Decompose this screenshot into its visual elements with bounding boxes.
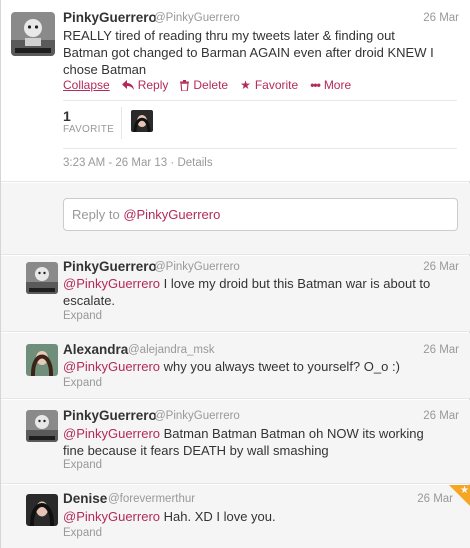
author-handle[interactable]: @PinkyGuerrero bbox=[154, 12, 240, 24]
author-name[interactable]: PinkyGuerrero bbox=[63, 408, 157, 423]
more-label: More bbox=[323, 78, 352, 92]
tweet-text-line: Batman got changed to Barman AGAIN even … bbox=[63, 45, 434, 60]
reply-tweet[interactable]: Alexandra @alejandra_msk 26 Mar @PinkyGu… bbox=[1, 333, 470, 399]
reply-action[interactable]: Reply bbox=[121, 77, 169, 93]
tweet-date[interactable]: 26 Mar bbox=[423, 344, 459, 356]
tweet-text-line: chose Batman bbox=[63, 62, 147, 77]
tweet-date[interactable]: 26 Mar bbox=[423, 410, 459, 422]
author-handle[interactable]: @PinkyGuerrero bbox=[154, 410, 240, 422]
favorite-action[interactable]: ★ Favorite bbox=[240, 77, 298, 93]
collapse-link[interactable]: Collapse bbox=[63, 77, 110, 93]
more-action[interactable]: ••• More bbox=[310, 77, 351, 93]
tweet-text: @PinkyGuerrero Batman Batman Batman oh N… bbox=[63, 425, 463, 459]
author-name[interactable]: Denise bbox=[63, 491, 107, 506]
tweet-text-body: fine because it fears DEATH by wall smas… bbox=[63, 443, 329, 458]
tweet-date[interactable]: 26 Mar bbox=[423, 12, 459, 24]
delete-label: Delete bbox=[193, 78, 229, 92]
favorite-label: Favorite bbox=[254, 78, 299, 92]
delete-action[interactable]: Delete bbox=[180, 77, 228, 93]
author-handle[interactable]: @PinkyGuerrero bbox=[154, 261, 240, 273]
tweet-text-body: why you always tweet to yourself? O_o :) bbox=[160, 359, 400, 374]
tweet-text-body: I love my droid but this Batman war is a… bbox=[160, 276, 431, 291]
star-icon: ★ bbox=[460, 485, 469, 496]
expand-link[interactable]: Expand bbox=[63, 310, 102, 322]
divider bbox=[63, 148, 457, 149]
reply-placeholder: Reply to bbox=[72, 207, 124, 222]
expand-link[interactable]: Expand bbox=[63, 377, 102, 389]
tweet-text-body: Batman Batman Batman oh NOW its working bbox=[160, 426, 424, 441]
avatar[interactable] bbox=[26, 344, 58, 376]
author-name[interactable]: PinkyGuerrero bbox=[63, 259, 157, 274]
reply-tweet[interactable]: PinkyGuerrero @PinkyGuerrero 26 Mar @Pin… bbox=[1, 256, 470, 332]
details-link[interactable]: Details bbox=[177, 157, 212, 169]
tweet-text-line: REALLY tired of reading thru my tweets l… bbox=[63, 28, 395, 43]
tweet-date[interactable]: 26 Mar bbox=[417, 493, 453, 505]
reply-input[interactable]: Reply to @PinkyGuerrero bbox=[63, 198, 458, 231]
author-name[interactable]: Alexandra bbox=[63, 342, 128, 357]
tweet-text: REALLY tired of reading thru my tweets l… bbox=[63, 27, 463, 78]
tweet-conversation: PinkyGuerrero @PinkyGuerrero 26 Mar REAL… bbox=[0, 0, 470, 548]
star-icon: ★ bbox=[240, 78, 251, 92]
mention-link[interactable]: @PinkyGuerrero bbox=[63, 276, 160, 291]
tweet-date[interactable]: 26 Mar bbox=[423, 261, 459, 273]
expand-link[interactable]: Expand bbox=[63, 527, 102, 539]
favoriter-avatar[interactable] bbox=[131, 110, 153, 132]
expanded-tweet[interactable]: PinkyGuerrero @PinkyGuerrero 26 Mar REAL… bbox=[1, 0, 470, 182]
timestamp-text[interactable]: 3:23 AM - 26 Mar 13 bbox=[63, 157, 167, 169]
trash-icon bbox=[180, 79, 190, 91]
tweet-text: @PinkyGuerrero why you always tweet to y… bbox=[63, 358, 463, 375]
mention-link[interactable]: @PinkyGuerrero bbox=[63, 509, 160, 524]
author-handle[interactable]: @alejandra_msk bbox=[128, 344, 214, 356]
tweet-timestamp: 3:23 AM - 26 Mar 13 · Details bbox=[63, 157, 213, 169]
divider bbox=[63, 100, 457, 101]
more-dots-icon: ••• bbox=[310, 78, 321, 92]
stats-divider bbox=[121, 107, 122, 139]
tweet-actions: Collapse Reply Delete ★ Favorite ••• Mor… bbox=[63, 77, 351, 93]
tweet-text: @PinkyGuerrero Hah. XD I love you. bbox=[63, 508, 463, 525]
author-name[interactable]: PinkyGuerrero bbox=[63, 10, 157, 25]
reply-label: Reply bbox=[137, 78, 169, 92]
favorites-count[interactable]: 1 bbox=[63, 108, 71, 124]
avatar[interactable] bbox=[26, 410, 58, 442]
tweet-text-body: escalate. bbox=[63, 293, 116, 308]
expand-link[interactable]: Expand bbox=[63, 459, 102, 471]
favorites-label[interactable]: FAVORITE bbox=[63, 124, 114, 135]
avatar[interactable] bbox=[26, 262, 58, 294]
mention-link[interactable]: @PinkyGuerrero bbox=[63, 426, 160, 441]
avatar[interactable] bbox=[26, 494, 58, 526]
tweet-text-body: Hah. XD I love you. bbox=[160, 509, 276, 524]
tweet-text: @PinkyGuerrero I love my droid but this … bbox=[63, 275, 463, 309]
reply-tweet[interactable]: PinkyGuerrero @PinkyGuerrero 26 Mar @Pin… bbox=[1, 400, 470, 484]
mention-link[interactable]: @PinkyGuerrero bbox=[63, 359, 160, 374]
avatar[interactable] bbox=[11, 12, 55, 56]
reply-icon bbox=[121, 80, 134, 90]
reply-area: Reply to @PinkyGuerrero bbox=[1, 183, 470, 255]
author-handle[interactable]: @forevermerthur bbox=[108, 493, 195, 505]
reply-tweet[interactable]: ★ Denise @forevermerthur 26 Mar @PinkyGu… bbox=[1, 485, 470, 548]
reply-mention: @PinkyGuerrero bbox=[123, 207, 221, 222]
